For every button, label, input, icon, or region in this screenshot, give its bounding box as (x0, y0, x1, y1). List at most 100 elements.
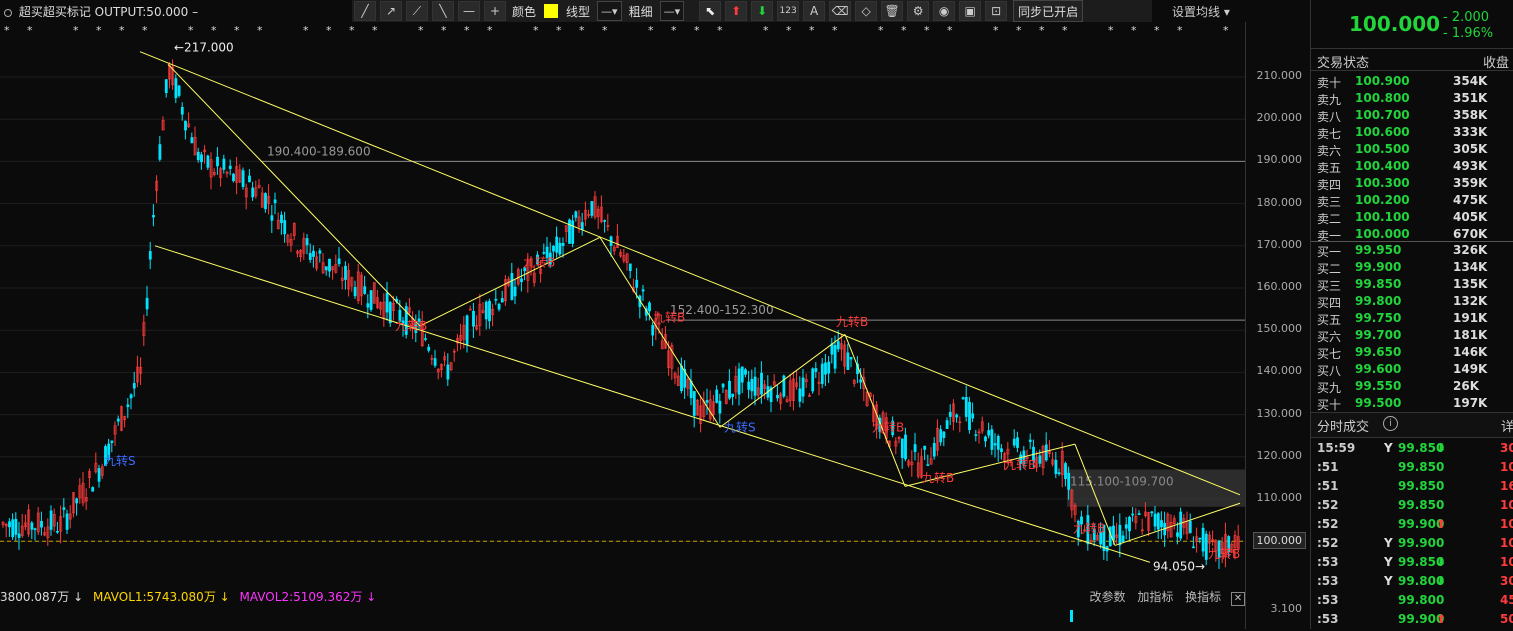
ma-setting-dropdown[interactable]: 设置均线 ▾ (1172, 0, 1230, 24)
save-icon[interactable]: ▣ (959, 1, 982, 21)
candle-down (651, 325, 655, 336)
ticks-detail-button[interactable]: 详 (1501, 416, 1513, 435)
candle-down (369, 290, 373, 310)
candle-down (1057, 472, 1061, 474)
ask-row[interactable]: 卖七 100.600 333K (1317, 125, 1512, 142)
line-type-select[interactable]: — ▾ (597, 1, 622, 21)
indicator-dot-icon[interactable] (4, 8, 12, 17)
ask-row[interactable]: 卖四 100.300 359K (1317, 176, 1512, 193)
thickness-select[interactable]: — ▾ (659, 1, 685, 21)
text-tool-icon[interactable]: A (803, 1, 826, 21)
tick-row: :5399.900⬆500 (1317, 612, 1513, 631)
tick-time: 15:59 (1317, 441, 1356, 455)
crosshair-icon[interactable]: + (484, 1, 506, 21)
kline-chart[interactable]: * * * * * * * * * * * * * * * * * * * * * * * * * * * * * * * * * * * * * * * *… (0, 22, 1245, 622)
cursor-icon[interactable]: ⬉ (699, 1, 722, 21)
ask-row[interactable]: 卖十 100.900 354K (1317, 74, 1512, 91)
signal-star-marker: * (257, 24, 263, 37)
candle-down (1038, 455, 1042, 464)
signal-star-marker: * (579, 24, 585, 37)
eye-icon[interactable]: ◉ (933, 1, 956, 21)
line-tool-icon[interactable]: ╱ (354, 1, 376, 21)
bid-row[interactable]: 买八 99.600 149K (1317, 362, 1512, 379)
switch-indicator-button[interactable]: 换指标 (1185, 590, 1221, 604)
candle-down (283, 220, 287, 235)
candle-down (308, 253, 312, 260)
bid-level-label: 买七 (1317, 347, 1342, 361)
bid-row[interactable]: 买九 99.550 26K (1317, 379, 1512, 396)
signal-star-marker: * (832, 24, 838, 37)
signal-star-marker: * (418, 24, 424, 37)
candle-down (571, 220, 575, 244)
candle-down (472, 310, 475, 327)
ask-level-label: 卖四 (1317, 178, 1342, 192)
sync-toggle-button[interactable]: 同步已开启 (1013, 0, 1084, 22)
bid-row[interactable]: 买六 99.700 181K (1317, 328, 1512, 345)
add-indicator-button[interactable]: 加指标 (1137, 590, 1173, 604)
candle-down (968, 401, 971, 431)
candle-down (849, 357, 853, 360)
bid-row[interactable]: 买一 99.950 326K (1317, 243, 1512, 260)
range-label: 115.100-109.700 (1070, 474, 1174, 488)
ask-row[interactable]: 卖八 100.700 358K (1317, 108, 1512, 125)
candle-down (1137, 513, 1141, 516)
bid-price: 99.700 (1355, 328, 1402, 342)
volume-header: 3800.087万 ↓ MAVOL1:5743.080万 ↓ MAVOL2:51… (0, 586, 1245, 608)
candle-down (91, 487, 95, 492)
ask-level-label: 卖三 (1317, 195, 1342, 209)
bid-row[interactable]: 买五 99.750 191K (1317, 311, 1512, 328)
candle-down (942, 431, 946, 438)
ask-volume: 475K (1453, 193, 1488, 207)
signal-star-marker: * (73, 24, 79, 37)
bid-row[interactable]: 买四 99.800 132K (1317, 294, 1512, 311)
candle-down (603, 220, 607, 222)
bid-price: 99.950 (1355, 243, 1402, 257)
color-label: 颜色 (512, 4, 537, 19)
number-label-icon[interactable]: 123 (777, 1, 800, 21)
info-icon[interactable]: i (1383, 416, 1398, 431)
candle-down (241, 170, 245, 187)
bid-row[interactable]: 买十 99.500 197K (1317, 396, 1512, 413)
lock-icon[interactable]: ⊡ (985, 1, 1008, 21)
close-icon[interactable]: ✕ (1231, 592, 1245, 606)
high-price-label: ←217.000 (174, 40, 234, 54)
bid-row[interactable]: 买七 99.650 146K (1317, 345, 1512, 362)
candle-down (1179, 511, 1183, 539)
delete-icon[interactable]: 🗑 (881, 1, 904, 21)
color-swatch[interactable] (544, 4, 559, 18)
segment-tool-icon[interactable]: ⟋ (406, 1, 428, 21)
ask-row[interactable]: 卖三 100.200 475K (1317, 193, 1512, 210)
ask-row[interactable]: 卖六 100.500 305K (1317, 142, 1512, 159)
candle-down (200, 154, 203, 163)
candle-down (760, 372, 763, 395)
candle-down (830, 343, 834, 355)
eraser-icon[interactable]: ⌫ (829, 1, 852, 21)
ray-tool-icon[interactable]: ↗ (380, 1, 402, 21)
ask-price: 100.800 (1355, 91, 1410, 105)
candle-down (17, 533, 21, 538)
arrow-down-icon[interactable]: ⬇ (751, 1, 774, 21)
change-params-button[interactable]: 改参数 (1089, 590, 1125, 604)
indicator-name: 超买超买标记 (18, 5, 91, 19)
bid-level-label: 买六 (1317, 330, 1342, 344)
bid-volume: 191K (1453, 311, 1488, 325)
candle-down (337, 258, 341, 265)
clear-icon[interactable]: ◇ (855, 1, 878, 21)
diagonal-tool-icon[interactable]: ╲ (432, 1, 454, 21)
price-tick-label: 160.000 (1256, 280, 1303, 293)
candle-down (993, 443, 997, 446)
ask-row[interactable]: 卖二 100.100 405K (1317, 210, 1512, 227)
mavol1-value: MAVOL1:5743.080万 (92, 590, 216, 604)
arrow-up-icon[interactable]: ⬆ (725, 1, 748, 21)
settings-icon[interactable]: ⚙ (907, 1, 930, 21)
bid-row[interactable]: 买三 99.850 135K (1317, 277, 1512, 294)
signal-label-buy: 九转B (922, 470, 954, 485)
bid-price: 99.500 (1355, 396, 1402, 410)
ask-row[interactable]: 卖五 100.400 493K (1317, 159, 1512, 176)
ask-row[interactable]: 卖九 100.800 351K (1317, 91, 1512, 108)
candle-down (744, 369, 747, 375)
horizontal-line-icon[interactable]: — (458, 1, 480, 21)
candle-down (148, 251, 152, 260)
bid-row[interactable]: 买二 99.900 134K (1317, 260, 1512, 277)
tick-flag: Y (1384, 536, 1393, 550)
